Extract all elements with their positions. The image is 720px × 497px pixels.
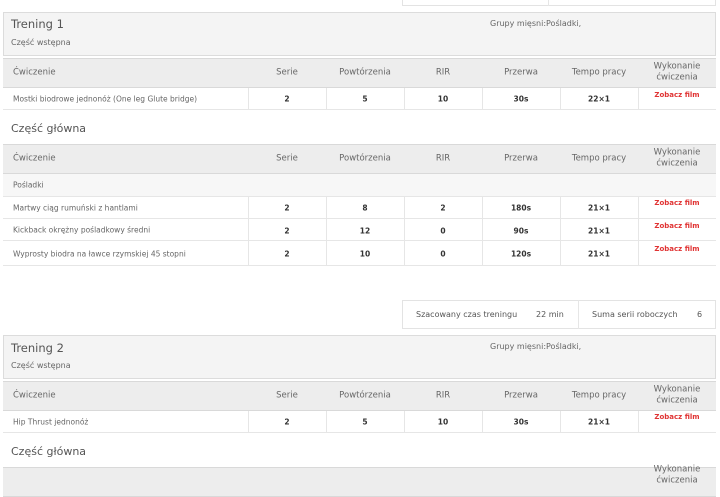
col-sets: Serie — [276, 153, 298, 164]
rest-value: 30s — [513, 417, 529, 427]
video-link[interactable]: Zobacz film — [654, 199, 699, 207]
rest-value: 90s — [513, 226, 529, 236]
video-link[interactable]: Zobacz film — [654, 245, 699, 253]
muscle-group-row — [3, 174, 716, 197]
col-rir: RIR — [435, 390, 451, 401]
rir-value: 0 — [440, 226, 446, 236]
col-rir: RIR — [435, 67, 451, 78]
reps-value: 5 — [362, 94, 368, 104]
tempo-value: 21×1 — [588, 249, 610, 259]
exercise-name: Wyprosty biodra na ławce rzymskiej 45 st… — [13, 249, 186, 259]
exercise-name: Hip Thrust jednonóż — [13, 417, 89, 427]
summary-divider — [548, 0, 549, 6]
summary-sets-value: 6 — [697, 310, 703, 319]
col-video: Wykonanie ćwiczenia — [653, 61, 701, 83]
col-video: Wykonanie ćwiczenia — [653, 464, 701, 486]
col-reps: Powtórzenia — [339, 390, 391, 401]
tempo-value: 21×1 — [588, 203, 610, 213]
col-exercise: Ćwiczenie — [13, 67, 56, 78]
col-reps: Powtórzenia — [339, 67, 391, 78]
col-tempo: Tempo pracy — [571, 67, 627, 78]
col-reps: Powtórzenia — [339, 153, 391, 164]
reps-value: 12 — [359, 226, 371, 236]
tempo-value: 21×1 — [588, 226, 610, 236]
col-tempo: Tempo pracy — [571, 390, 627, 401]
col-rir: RIR — [435, 153, 451, 164]
col-sets: Serie — [276, 67, 298, 78]
rir-value: 10 — [437, 417, 449, 427]
col-rest: Przerwa — [504, 390, 538, 401]
main-section-label: Część główna — [11, 445, 87, 458]
warmup-label: Część wstępna — [11, 38, 71, 47]
tempo-value: 22×1 — [588, 94, 610, 104]
summary-box-top — [402, 0, 716, 6]
video-link[interactable]: Zobacz film — [654, 91, 699, 99]
reps-value: 10 — [359, 249, 371, 259]
sets-value: 2 — [284, 226, 290, 236]
exercise-name: Martwy ciąg rumuński z hantlami — [13, 203, 138, 213]
rest-value: 180s — [510, 203, 532, 213]
tempo-value: 21×1 — [588, 417, 610, 427]
rest-value: 30s — [513, 94, 529, 104]
rir-value: 0 — [440, 249, 446, 259]
col-rest: Przerwa — [504, 153, 538, 164]
sets-value: 2 — [284, 417, 290, 427]
video-link[interactable]: Zobacz film — [654, 222, 699, 230]
reps-value: 5 — [362, 417, 368, 427]
table-header — [3, 467, 716, 497]
training-header — [3, 12, 716, 56]
summary-time-label: Szacowany czas treningu — [416, 310, 518, 319]
col-video: Wykonanie ćwiczenia — [653, 384, 701, 406]
training-title: Trening 2 — [11, 341, 64, 355]
muscle-groups: Grupy mięsni:Pośladki, — [490, 19, 582, 28]
col-exercise: Ćwiczenie — [13, 390, 56, 401]
sets-value: 2 — [284, 94, 290, 104]
rest-value: 120s — [510, 249, 532, 259]
muscle-groups: Grupy mięsni:Pośladki, — [490, 342, 582, 351]
training-title: Trening 1 — [11, 17, 64, 31]
sets-value: 2 — [284, 249, 290, 259]
col-exercise: Ćwiczenie — [13, 153, 56, 164]
main-section-label: Część główna — [11, 122, 87, 135]
summary-sets-label: Suma serii roboczych — [592, 310, 678, 319]
col-video: Wykonanie ćwiczenia — [653, 147, 701, 169]
col-tempo: Tempo pracy — [571, 153, 627, 164]
training-header — [3, 335, 716, 379]
col-sets: Serie — [276, 390, 298, 401]
summary-divider — [578, 300, 579, 329]
muscle-group-name: Pośladki — [13, 180, 44, 190]
warmup-label: Część wstępna — [11, 361, 71, 370]
rir-value: 2 — [440, 203, 446, 213]
reps-value: 8 — [362, 203, 368, 213]
sets-value: 2 — [284, 203, 290, 213]
exercise-name: Mostki biodrowe jednonóż (One leg Glute … — [13, 94, 198, 104]
video-link[interactable]: Zobacz film — [654, 413, 699, 421]
rir-value: 10 — [437, 94, 449, 104]
exercise-name: Kickback okrężny pośladkowy średni — [13, 225, 151, 235]
summary-time-value: 22 min — [536, 310, 564, 319]
col-rest: Przerwa — [504, 67, 538, 78]
